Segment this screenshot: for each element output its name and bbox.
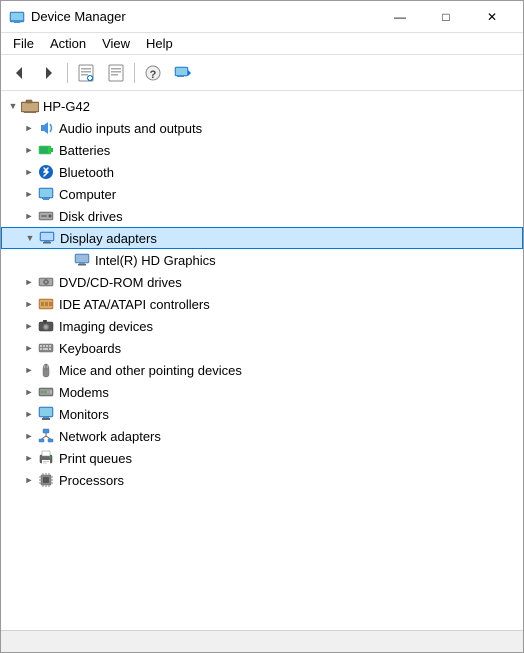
keyboards-icon — [37, 339, 55, 357]
ide-label: IDE ATA/ATAPI controllers — [59, 297, 210, 312]
network-icon — [37, 427, 55, 445]
keyboards-chevron — [21, 340, 37, 356]
computer-icon — [37, 185, 55, 203]
computer-chevron — [21, 186, 37, 202]
display-icon — [38, 229, 56, 247]
toolbar-separator-1 — [67, 63, 68, 83]
window-controls: — □ ✕ — [377, 1, 515, 33]
print-label: Print queues — [59, 451, 132, 466]
tree-item-intel[interactable]: Intel(R) HD Graphics — [1, 249, 523, 271]
mice-icon — [37, 361, 55, 379]
window-icon — [9, 9, 25, 25]
title-bar: Device Manager — □ ✕ — [1, 1, 523, 33]
dvd-label: DVD/CD-ROM drives — [59, 275, 182, 290]
dvd-icon — [37, 273, 55, 291]
menu-view[interactable]: View — [94, 34, 138, 53]
disk-icon — [37, 207, 55, 225]
ide-chevron — [21, 296, 37, 312]
bluetooth-chevron — [21, 164, 37, 180]
tree-item-computer[interactable]: Computer — [1, 183, 523, 205]
menu-bar: File Action View Help — [1, 33, 523, 55]
print-icon — [37, 449, 55, 467]
menu-action[interactable]: Action — [42, 34, 94, 53]
tree-item-bluetooth[interactable]: Bluetooth — [1, 161, 523, 183]
batteries-chevron — [21, 142, 37, 158]
close-button[interactable]: ✕ — [469, 1, 515, 33]
modems-label: Modems — [59, 385, 109, 400]
maximize-button[interactable]: □ — [423, 1, 469, 33]
disk-chevron — [21, 208, 37, 224]
tree-item-batteries[interactable]: Batteries — [1, 139, 523, 161]
processors-chevron — [21, 472, 37, 488]
root-chevron — [5, 98, 21, 114]
processors-icon — [37, 471, 55, 489]
bluetooth-label: Bluetooth — [59, 165, 114, 180]
minimize-button[interactable]: — — [377, 1, 423, 33]
back-button[interactable] — [5, 59, 33, 87]
tree-item-network[interactable]: Network adapters — [1, 425, 523, 447]
tree-root[interactable]: HP-G42 — [1, 95, 523, 117]
tree-item-ide[interactable]: IDE ATA/ATAPI controllers — [1, 293, 523, 315]
tree-item-keyboards[interactable]: Keyboards — [1, 337, 523, 359]
dvd-chevron — [21, 274, 37, 290]
modems-chevron — [21, 384, 37, 400]
ide-icon — [37, 295, 55, 313]
status-bar — [1, 630, 523, 652]
imaging-icon — [37, 317, 55, 335]
monitors-icon — [37, 405, 55, 423]
content-area: HP-G42 Audio inputs and outputs — [1, 91, 523, 630]
tree-item-modems[interactable]: Modems — [1, 381, 523, 403]
menu-help[interactable]: Help — [138, 34, 181, 53]
scan-button[interactable] — [169, 59, 197, 87]
intel-label: Intel(R) HD Graphics — [95, 253, 216, 268]
imaging-label: Imaging devices — [59, 319, 153, 334]
batteries-icon — [37, 141, 55, 159]
tree-item-disk[interactable]: Disk drives — [1, 205, 523, 227]
keyboards-label: Keyboards — [59, 341, 121, 356]
help-button[interactable]: ? — [139, 59, 167, 87]
network-chevron — [21, 428, 37, 444]
tree-item-display[interactable]: Display adapters — [1, 227, 523, 249]
tree-view[interactable]: HP-G42 Audio inputs and outputs — [1, 91, 523, 630]
tree-item-monitors[interactable]: Monitors — [1, 403, 523, 425]
audio-icon — [37, 119, 55, 137]
processors-label: Processors — [59, 473, 124, 488]
imaging-chevron — [21, 318, 37, 334]
modems-icon — [37, 383, 55, 401]
toolbar: ? — [1, 55, 523, 91]
disk-label: Disk drives — [59, 209, 123, 224]
tree-item-processors[interactable]: Processors — [1, 469, 523, 491]
properties-button[interactable] — [72, 59, 100, 87]
display-chevron — [22, 230, 38, 246]
menu-file[interactable]: File — [5, 34, 42, 53]
computer-label: Computer — [59, 187, 116, 202]
device-manager-window: Device Manager — □ ✕ File Action View He… — [0, 0, 524, 653]
forward-button[interactable] — [35, 59, 63, 87]
tree-item-print[interactable]: Print queues — [1, 447, 523, 469]
svg-text:?: ? — [150, 69, 157, 81]
tree-item-dvd[interactable]: DVD/CD-ROM drives — [1, 271, 523, 293]
tree-item-imaging[interactable]: Imaging devices — [1, 315, 523, 337]
audio-label: Audio inputs and outputs — [59, 121, 202, 136]
root-icon — [21, 97, 39, 115]
display-label: Display adapters — [60, 231, 157, 246]
root-label: HP-G42 — [43, 99, 90, 114]
print-chevron — [21, 450, 37, 466]
update-button[interactable] — [102, 59, 130, 87]
bluetooth-icon — [37, 163, 55, 181]
toolbar-separator-2 — [134, 63, 135, 83]
tree-item-audio[interactable]: Audio inputs and outputs — [1, 117, 523, 139]
tree-item-mice[interactable]: Mice and other pointing devices — [1, 359, 523, 381]
audio-chevron — [21, 120, 37, 136]
network-label: Network adapters — [59, 429, 161, 444]
batteries-label: Batteries — [59, 143, 110, 158]
monitors-chevron — [21, 406, 37, 422]
mice-chevron — [21, 362, 37, 378]
mice-label: Mice and other pointing devices — [59, 363, 242, 378]
monitors-label: Monitors — [59, 407, 109, 422]
window-title: Device Manager — [31, 9, 377, 24]
intel-icon — [73, 251, 91, 269]
